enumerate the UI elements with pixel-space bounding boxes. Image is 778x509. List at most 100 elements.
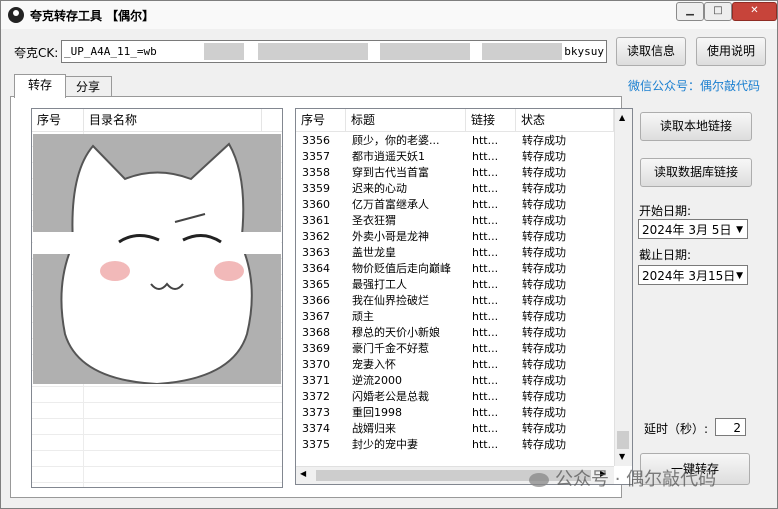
end-date-picker[interactable]: 2024年 3月15日 ▼ xyxy=(638,265,748,285)
cell-link: htt... xyxy=(472,214,499,227)
read-db-links-button[interactable]: 读取数据库链接 xyxy=(640,158,752,187)
cell-link: htt... xyxy=(472,198,499,211)
table-row[interactable]: 3363 盖世龙皇 htt... 转存成功 xyxy=(296,245,614,261)
cell-link: htt... xyxy=(472,166,499,179)
table-row[interactable]: 3357 都市逍遥天妖1 htt... 转存成功 xyxy=(296,149,614,165)
cell-status: 转存成功 xyxy=(522,342,566,355)
cell-title: 外卖小哥是龙神 xyxy=(352,230,429,243)
cell-link: htt... xyxy=(472,342,499,355)
redaction-block xyxy=(380,43,470,60)
cell-title: 圣衣狂猬 xyxy=(352,214,396,227)
table-row[interactable]: 3367 顽主 htt... 转存成功 xyxy=(296,309,614,325)
watermark: 公众号 · 偶尔敲代码 xyxy=(529,465,716,491)
cell-id: 3373 xyxy=(302,406,330,419)
help-button[interactable]: 使用说明 xyxy=(696,37,766,66)
table-row[interactable]: 3369 豪门千金不好惹 htt... 转存成功 xyxy=(296,341,614,357)
links-table[interactable]: 序号 标题 链接 状态 3356 顾少，你的老婆... htt... 转存成功 3357… xyxy=(295,108,633,485)
table-row[interactable]: 3361 圣衣狂猬 htt... 转存成功 xyxy=(296,213,614,229)
cell-status: 转存成功 xyxy=(522,150,566,163)
cell-title: 穆总的天价小新娘 xyxy=(352,326,440,339)
table-row[interactable]: 3365 最强打工人 htt... 转存成功 xyxy=(296,277,614,293)
tab-share[interactable]: 分享 xyxy=(64,76,112,97)
table-row[interactable]: 3356 顾少，你的老婆... htt... 转存成功 xyxy=(296,133,614,149)
table-row[interactable]: 3374 战婿归来 htt... 转存成功 xyxy=(296,421,614,437)
table-row[interactable]: 3372 闪婚老公是总裁 htt... 转存成功 xyxy=(296,389,614,405)
tab-transfer[interactable]: 转存 xyxy=(14,74,66,98)
start-date-value: 2024年 3月 5日 xyxy=(642,223,732,237)
cell-link: htt... xyxy=(472,182,499,195)
column-header-title[interactable]: 标题 xyxy=(346,109,466,131)
maximize-button[interactable]: □ xyxy=(704,2,732,21)
table-row[interactable]: 3364 物价贬值后走向巅峰 htt... 转存成功 xyxy=(296,261,614,277)
cell-link: htt... xyxy=(472,422,499,435)
cell-id: 3366 xyxy=(302,294,330,307)
table-row[interactable]: 3360 亿万首富继承人 htt... 转存成功 xyxy=(296,197,614,213)
links-table-header: 序号 标题 链接 状态 xyxy=(296,109,614,132)
cell-status: 转存成功 xyxy=(522,214,566,227)
cell-status: 转存成功 xyxy=(522,374,566,387)
table-row[interactable]: 3368 穆总的天价小新娘 htt... 转存成功 xyxy=(296,325,614,341)
column-header-dir-name[interactable]: 目录名称 xyxy=(84,109,262,131)
cell-status: 转存成功 xyxy=(522,134,566,147)
cell-id: 3370 xyxy=(302,358,330,371)
table-row[interactable]: 3362 外卖小哥是龙神 htt... 转存成功 xyxy=(296,229,614,245)
table-row[interactable]: 3375 封少的宠中妻 htt... 转存成功 xyxy=(296,437,614,453)
delay-input[interactable]: 2 xyxy=(715,418,746,436)
cell-title: 盖世龙皇 xyxy=(352,246,396,259)
read-local-links-button[interactable]: 读取本地链接 xyxy=(640,112,752,141)
scroll-down-icon[interactable]: ▼ xyxy=(619,452,625,461)
table-row[interactable]: 3371 逆流2000 htt... 转存成功 xyxy=(296,373,614,389)
cell-status: 转存成功 xyxy=(522,326,566,339)
app-icon xyxy=(8,7,24,23)
cell-id: 3364 xyxy=(302,262,330,275)
cell-id: 3361 xyxy=(302,214,330,227)
cell-id: 3357 xyxy=(302,150,330,163)
cell-id: 3367 xyxy=(302,310,330,323)
scroll-up-icon[interactable]: ▲ xyxy=(619,113,625,122)
table-row[interactable]: 3359 迟来的心动 htt... 转存成功 xyxy=(296,181,614,197)
vertical-scrollbar[interactable]: ▲ ▼ xyxy=(614,109,632,466)
table-row[interactable]: 3373 重回1998 htt... 转存成功 xyxy=(296,405,614,421)
chevron-down-icon[interactable]: ▼ xyxy=(736,266,743,286)
scroll-thumb[interactable] xyxy=(617,431,629,449)
column-header-status[interactable]: 状态 xyxy=(516,109,614,131)
table-row[interactable]: 3366 我在仙界捡破烂 htt... 转存成功 xyxy=(296,293,614,309)
cell-status: 转存成功 xyxy=(522,310,566,323)
watermark-text: 公众号 · 偶尔敲代码 xyxy=(555,469,717,490)
cell-link: htt... xyxy=(472,134,499,147)
scroll-left-icon[interactable]: ◀ xyxy=(300,469,306,478)
redaction-block xyxy=(482,43,562,60)
cell-title: 宠妻入怀 xyxy=(352,358,396,371)
cell-title: 重回1998 xyxy=(352,406,402,419)
main-window: 夸克转存工具 【偶尔】 ▁ □ ✕ 夸克CK: _UP_A4A_11_=wb b… xyxy=(0,0,778,509)
close-button[interactable]: ✕ xyxy=(732,2,777,21)
column-header-link[interactable]: 链接 xyxy=(466,109,516,131)
minimize-button[interactable]: ▁ xyxy=(676,2,704,21)
cell-link: htt... xyxy=(472,326,499,339)
ck-input[interactable]: _UP_A4A_11_=wb bkysuy xyxy=(61,40,607,63)
ck-label: 夸克CK: xyxy=(14,46,59,60)
ck-value-end: bkysuy xyxy=(564,45,604,58)
column-header-id[interactable]: 序号 xyxy=(32,109,84,131)
cell-title: 穿到古代当首富 xyxy=(352,166,429,179)
cell-link: htt... xyxy=(472,150,499,163)
title-bar[interactable]: 夸克转存工具 【偶尔】 ▁ □ ✕ xyxy=(1,1,777,29)
table-row[interactable]: 3358 穿到古代当首富 htt... 转存成功 xyxy=(296,165,614,181)
cell-link: htt... xyxy=(472,438,499,451)
cell-id: 3360 xyxy=(302,198,330,211)
chevron-down-icon[interactable]: ▼ xyxy=(736,220,743,240)
cell-link: htt... xyxy=(472,358,499,371)
column-header-id[interactable]: 序号 xyxy=(296,109,346,131)
table-row[interactable]: 3370 宠妻入怀 htt... 转存成功 xyxy=(296,357,614,373)
cell-link: htt... xyxy=(472,374,499,387)
cell-title: 亿万首富继承人 xyxy=(352,198,429,211)
start-date-picker[interactable]: 2024年 3月 5日 ▼ xyxy=(638,219,748,239)
cell-link: htt... xyxy=(472,246,499,259)
start-date-label: 开始日期: xyxy=(639,204,692,218)
read-info-button[interactable]: 读取信息 xyxy=(616,37,686,66)
cell-status: 转存成功 xyxy=(522,422,566,435)
directory-table[interactable]: 序号 目录名称 xyxy=(31,108,283,488)
directory-table-header: 序号 目录名称 xyxy=(32,109,282,132)
cell-status: 转存成功 xyxy=(522,294,566,307)
cell-link: htt... xyxy=(472,262,499,275)
